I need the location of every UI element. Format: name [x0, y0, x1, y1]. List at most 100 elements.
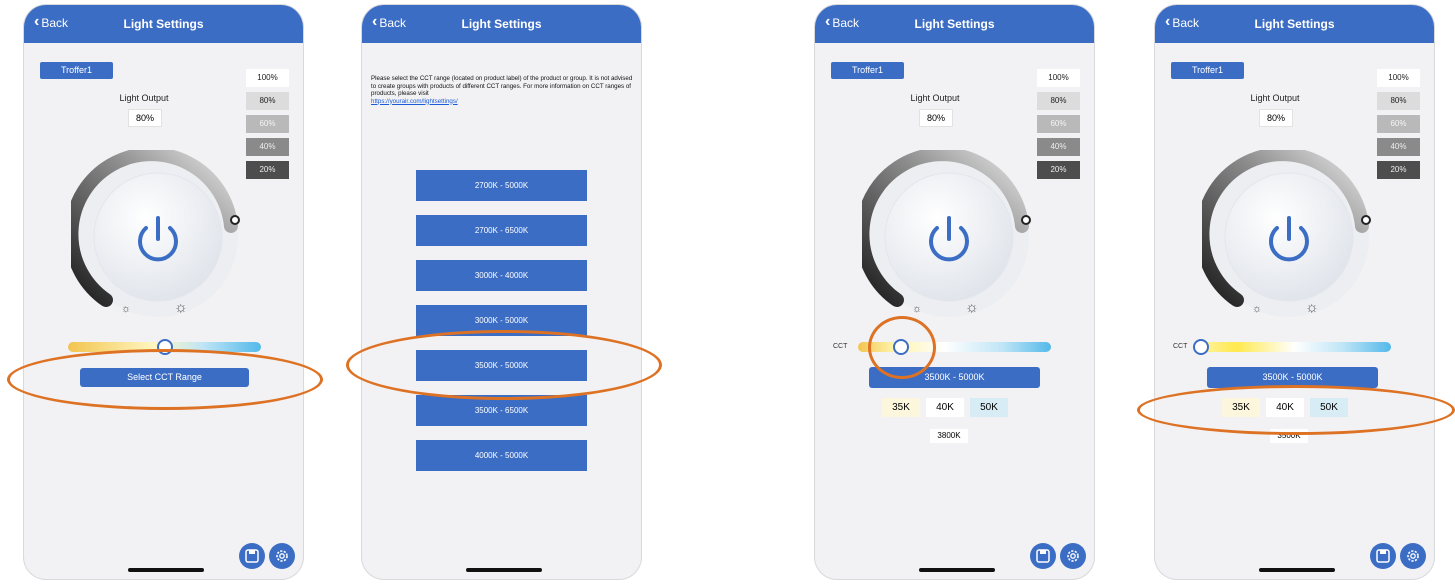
preset-100[interactable]: 100%: [1037, 69, 1080, 87]
range-option-3000-4000[interactable]: 3000K - 4000K: [416, 260, 587, 291]
gear-icon: [276, 550, 288, 562]
range-option-3000-5000[interactable]: 3000K - 5000K: [416, 305, 587, 336]
home-indicator: [919, 568, 995, 572]
phone-screen-light-settings-1: ‹ Back Light Settings Troffer1 Light Outp…: [24, 5, 303, 579]
preset-40[interactable]: 40%: [1377, 138, 1420, 156]
settings-button[interactable]: [1400, 543, 1426, 569]
bottom-actions: [1370, 543, 1426, 569]
range-option-2700-5000[interactable]: 2700K - 5000K: [416, 170, 587, 201]
cct-slider-knob[interactable]: [893, 339, 909, 355]
floppy-disk-icon: [1376, 549, 1390, 563]
cct-chip-35k[interactable]: 35K: [1222, 398, 1260, 417]
preset-20[interactable]: 20%: [1377, 161, 1420, 179]
help-link[interactable]: https://yourair.com/lightsettings/: [371, 98, 635, 106]
dial-handle[interactable]: [1021, 215, 1031, 225]
dial-handle[interactable]: [1361, 215, 1371, 225]
light-output-value: 80%: [128, 109, 162, 127]
nav-bar: ‹ Back Light Settings: [815, 5, 1094, 43]
preset-20[interactable]: 20%: [1037, 161, 1080, 179]
current-cct-value: 3800K: [930, 429, 968, 443]
preset-80[interactable]: 80%: [246, 92, 289, 110]
select-cct-range-button[interactable]: Select CCT Range: [80, 368, 249, 387]
output-presets: 100% 80% 60% 40% 20%: [1037, 69, 1080, 184]
nav-bar: ‹ Back Light Settings: [1155, 5, 1434, 43]
preset-40[interactable]: 40%: [246, 138, 289, 156]
instructions-text: Please select the CCT range (located on …: [371, 75, 633, 97]
page-title: Light Settings: [123, 17, 204, 31]
light-output-label: Light Output: [910, 93, 960, 103]
floppy-disk-icon: [1036, 549, 1050, 563]
settings-button[interactable]: [1060, 543, 1086, 569]
preset-20[interactable]: 20%: [246, 161, 289, 179]
cct-range-button[interactable]: 3500K - 5000K: [869, 367, 1040, 388]
preset-60[interactable]: 60%: [246, 115, 289, 133]
bottom-actions: [1030, 543, 1086, 569]
dim-sun-icon: ☼: [1252, 303, 1263, 315]
dim-sun-icon: ☼: [121, 303, 132, 315]
cct-range-button[interactable]: 3500K - 5000K: [1207, 367, 1378, 388]
dim-sun-icon: ☼: [912, 303, 923, 315]
bottom-actions: [239, 543, 295, 569]
current-cct-value: 3500K: [1270, 429, 1308, 443]
page-title: Light Settings: [461, 17, 542, 31]
bright-sun-icon: ☼: [1305, 299, 1319, 316]
cct-slider[interactable]: [1198, 342, 1391, 352]
preset-80[interactable]: 80%: [1377, 92, 1420, 110]
phone-screen-light-settings-4: ‹ Back Light Settings Troffer1 Light Outp…: [1155, 5, 1434, 579]
cct-chip-35k[interactable]: 35K: [882, 398, 920, 417]
light-output-label: Light Output: [119, 93, 169, 103]
cct-quick-chips: 35K 40K 50K: [882, 398, 1008, 417]
save-button[interactable]: [239, 543, 265, 569]
range-option-3500-6500[interactable]: 3500K - 6500K: [416, 395, 587, 426]
cct-chip-40k[interactable]: 40K: [926, 398, 964, 417]
light-output-value: 80%: [1259, 109, 1293, 127]
device-name-badge[interactable]: Troffer1: [1171, 62, 1244, 79]
device-name-badge[interactable]: Troffer1: [831, 62, 904, 79]
home-indicator: [128, 568, 204, 572]
page-title: Light Settings: [1254, 17, 1335, 31]
cct-label: CCT: [1173, 343, 1188, 350]
gear-icon: [1067, 550, 1079, 562]
nav-bar: ‹ Back Light Settings: [24, 5, 303, 43]
cct-chip-40k[interactable]: 40K: [1266, 398, 1304, 417]
output-presets: 100% 80% 60% 40% 20%: [1377, 69, 1420, 184]
brightness-dial[interactable]: [862, 150, 1037, 325]
cct-instructions: Please select the CCT range (located on …: [371, 75, 635, 105]
preset-100[interactable]: 100%: [246, 69, 289, 87]
brightness-dial[interactable]: [71, 150, 246, 325]
settings-button[interactable]: [269, 543, 295, 569]
preset-60[interactable]: 60%: [1377, 115, 1420, 133]
light-output-value: 80%: [919, 109, 953, 127]
phone-screen-cct-range-select: ‹ Back Light Settings Please select the C…: [362, 5, 641, 579]
page-title: Light Settings: [914, 17, 995, 31]
home-indicator: [466, 568, 542, 572]
cct-slider-knob[interactable]: [1193, 339, 1209, 355]
range-option-3500-5000[interactable]: 3500K - 5000K: [416, 350, 587, 381]
gear-icon: [1407, 550, 1419, 562]
cct-slider-knob[interactable]: [157, 339, 173, 355]
range-option-4000-5000[interactable]: 4000K - 5000K: [416, 440, 587, 471]
preset-100[interactable]: 100%: [1377, 69, 1420, 87]
floppy-disk-icon: [245, 549, 259, 563]
cct-slider[interactable]: [858, 342, 1051, 352]
brightness-dial[interactable]: [1202, 150, 1377, 325]
cct-quick-chips: 35K 40K 50K: [1222, 398, 1348, 417]
preset-40[interactable]: 40%: [1037, 138, 1080, 156]
cct-chip-50k[interactable]: 50K: [1310, 398, 1348, 417]
preset-60[interactable]: 60%: [1037, 115, 1080, 133]
nav-bar: ‹ Back Light Settings: [362, 5, 641, 43]
home-indicator: [1259, 568, 1335, 572]
save-button[interactable]: [1370, 543, 1396, 569]
light-output-label: Light Output: [1250, 93, 1300, 103]
cct-label: CCT: [833, 343, 848, 350]
dial-handle[interactable]: [230, 215, 240, 225]
bright-sun-icon: ☼: [965, 299, 979, 316]
range-option-2700-6500[interactable]: 2700K - 6500K: [416, 215, 587, 246]
device-name-badge[interactable]: Troffer1: [40, 62, 113, 79]
cct-chip-50k[interactable]: 50K: [970, 398, 1008, 417]
preset-80[interactable]: 80%: [1037, 92, 1080, 110]
phone-screen-light-settings-3: ‹ Back Light Settings Troffer1 Light Outp…: [815, 5, 1094, 579]
output-presets: 100% 80% 60% 40% 20%: [246, 69, 289, 184]
bright-sun-icon: ☼: [174, 299, 188, 316]
save-button[interactable]: [1030, 543, 1056, 569]
